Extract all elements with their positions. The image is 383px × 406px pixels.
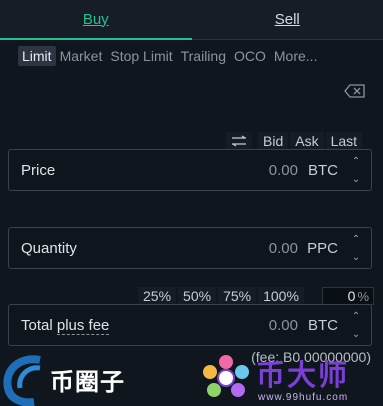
- quantity-field[interactable]: Quantity 0.00 PPC ⌃ ⌄: [8, 227, 372, 269]
- total-label: Total plus fee: [21, 316, 110, 335]
- chevron-down-icon[interactable]: ⌄: [347, 171, 365, 187]
- price-ref-bid[interactable]: Bid: [258, 132, 289, 150]
- percent-100-button[interactable]: 100%: [258, 287, 304, 305]
- chevron-down-icon[interactable]: ⌄: [347, 249, 365, 265]
- chevron-up-icon[interactable]: ⌃: [347, 153, 365, 169]
- tab-sell-label: Sell: [274, 11, 300, 28]
- total-field[interactable]: Total plus fee 0.00 BTC ⌃ ⌄: [8, 304, 372, 346]
- order-type-bar: Limit Market Stop Limit Trailing OCO Mor…: [18, 45, 373, 67]
- order-type-stop-limit[interactable]: Stop Limit: [106, 48, 176, 64]
- watermark-url: www.99hufu.com: [258, 392, 349, 403]
- quantity-label: Quantity: [21, 239, 77, 257]
- percent-input-suffix: %: [357, 288, 369, 304]
- price-ref-last[interactable]: Last: [325, 132, 363, 150]
- order-entry-panel: Buy Sell Limit Market Stop Limit Trailin…: [0, 0, 383, 406]
- swap-icon[interactable]: [226, 132, 252, 150]
- percent-50-button[interactable]: 50%: [178, 287, 217, 305]
- tab-sell[interactable]: Sell: [191, 0, 383, 40]
- chevron-up-icon[interactable]: ⌃: [347, 231, 365, 247]
- price-unit: BTC: [308, 161, 338, 179]
- order-type-limit[interactable]: Limit: [18, 46, 56, 66]
- order-type-oco[interactable]: OCO: [230, 48, 270, 64]
- clear-icon[interactable]: [344, 84, 366, 98]
- price-stepper: ⌃ ⌄: [347, 153, 365, 187]
- quantity-unit: PPC: [307, 239, 338, 257]
- tab-buy-label: Buy: [82, 10, 109, 28]
- total-label-prefix: Total: [21, 316, 57, 334]
- tab-buy[interactable]: Buy: [0, 0, 192, 40]
- chevron-up-icon[interactable]: ⌃: [347, 308, 365, 324]
- chevron-down-icon[interactable]: ⌄: [347, 326, 365, 342]
- percent-input[interactable]: 0 %: [322, 287, 374, 305]
- watermark-left: 币圈子: [0, 350, 150, 406]
- total-value[interactable]: 0.00: [269, 317, 298, 334]
- total-unit: BTC: [308, 316, 338, 334]
- percent-row: 25% 50% 75% 100%: [138, 287, 306, 305]
- order-type-more[interactable]: More...: [270, 48, 322, 64]
- order-type-trailing[interactable]: Trailing: [177, 48, 230, 64]
- watermark-left-text: 币圈子: [50, 369, 125, 396]
- watermark-right: 币大师 www.99hufu.com: [196, 352, 383, 406]
- total-stepper: ⌃ ⌄: [347, 308, 365, 342]
- price-field[interactable]: Price 0.00 BTC ⌃ ⌄: [8, 149, 372, 191]
- percent-25-button[interactable]: 25%: [138, 287, 177, 305]
- watermark-right-text: 币大师: [256, 360, 350, 392]
- percent-75-button[interactable]: 75%: [218, 287, 257, 305]
- total-label-plus-fee[interactable]: plus fee: [56, 316, 110, 335]
- order-type-market[interactable]: Market: [56, 48, 107, 64]
- flower-logo-icon: [203, 355, 249, 397]
- price-reference-row: Bid Ask Last: [226, 132, 364, 150]
- price-label: Price: [21, 161, 56, 179]
- price-ref-ask[interactable]: Ask: [290, 132, 324, 150]
- percent-input-value: 0: [347, 288, 356, 304]
- watermark-logo-icon: [3, 355, 41, 406]
- quantity-value[interactable]: 0.00: [269, 240, 298, 257]
- quantity-stepper: ⌃ ⌄: [347, 231, 365, 265]
- side-tabs: Buy Sell: [0, 0, 383, 40]
- price-value[interactable]: 0.00: [269, 162, 298, 179]
